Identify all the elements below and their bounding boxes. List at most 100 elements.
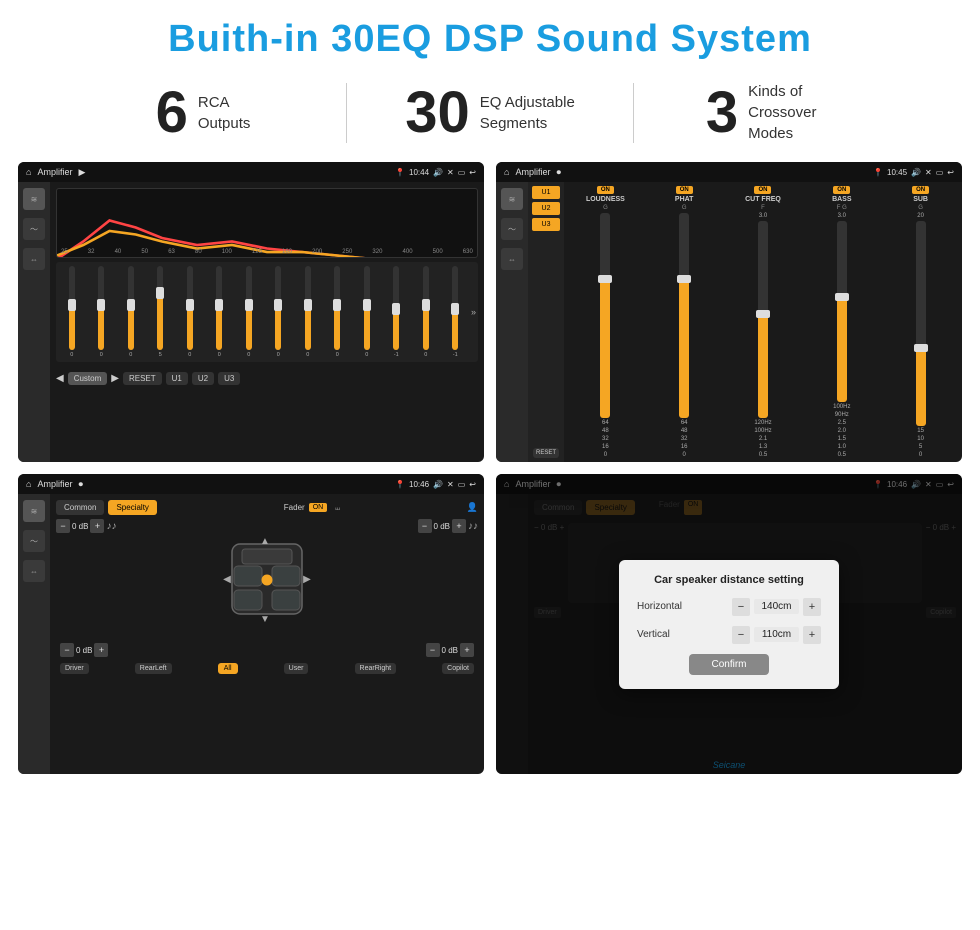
sp-db-ctrl-br: − 0 dB + [426,643,474,657]
loudness-slider[interactable] [600,213,610,418]
sp-db-ctrl-tl: − 0 dB + ♪♪ [56,519,116,533]
side-panel-2: ≋ 〜 ⇔ [496,182,528,462]
sub-toggle[interactable]: ON [912,186,929,194]
rearleft-btn[interactable]: RearLeft [135,663,172,674]
eq-icon[interactable]: ≋ [23,188,45,210]
cutfreq-slider[interactable] [758,221,768,418]
close-icon-3[interactable]: ✕ [447,480,454,489]
minimize-icon-3[interactable]: ▭ [458,480,466,489]
status-bar-3: ⌂ Amplifier ⏺ 📍 10:46 🔊 ✕ ▭ ↩ [18,474,484,494]
horizontal-ctrl: − 140cm + [732,598,821,616]
eq-slider-5[interactable]: 0 [206,266,234,358]
more-icon[interactable]: » [471,307,476,317]
sp-minus-bl[interactable]: − [60,643,74,657]
u3-btn[interactable]: U3 [218,372,240,385]
vertical-plus[interactable]: + [803,626,821,644]
profile-icon[interactable]: 👤 [467,502,478,513]
eq-controls: ◀ Custom ▶ RESET U1 U2 U3 [56,366,478,390]
time-1: 10:44 [409,168,429,177]
back-icon-2[interactable]: ↩ [947,168,954,177]
sp-plus-br[interactable]: + [460,643,474,657]
sp-wave-icon[interactable]: 〜 [23,530,45,552]
eq-freq-labels: 253240506380 100125160200250320 40050063… [57,249,477,255]
minimize-icon-1[interactable]: ▭ [458,168,466,177]
sp-plus-bl[interactable]: + [94,643,108,657]
eq-slider-4[interactable]: 0 [176,266,204,358]
home-icon-3[interactable]: ⌂ [26,479,31,489]
home-icon-1[interactable]: ⌂ [26,167,31,177]
eq-slider-1[interactable]: 0 [88,266,116,358]
eq-slider-6[interactable]: 0 [235,266,263,358]
stat-number-crossover: 3 [706,84,738,142]
user-btn[interactable]: User [284,663,309,674]
fader-label: Fader [284,503,305,512]
wave-icon-2[interactable]: 〜 [501,218,523,240]
fader-on[interactable]: ON [309,503,328,512]
ch-u1-btn[interactable]: U1 [532,186,560,199]
ch-reset-btn[interactable]: RESET [533,448,559,458]
sp-db-bottom-row: − 0 dB + − 0 dB + [56,643,478,657]
phat-toggle[interactable]: ON [676,186,693,194]
close-icon-1[interactable]: ✕ [447,168,454,177]
horizontal-plus[interactable]: + [803,598,821,616]
eq-slider-12[interactable]: 0 [412,266,440,358]
close-icon-2[interactable]: ✕ [925,168,932,177]
specialty-tab[interactable]: Specialty [108,500,156,515]
prev-arrow[interactable]: ◀ [56,373,64,384]
reset-btn[interactable]: RESET [123,372,162,385]
cutfreq-toggle[interactable]: ON [754,186,771,194]
status-bar-1: ⌂ Amplifier ▶ 📍 10:44 🔊 ✕ ▭ ↩ [18,162,484,182]
sub-slider[interactable] [916,221,926,426]
eq-slider-9[interactable]: 0 [324,266,352,358]
sp-plus-tr[interactable]: + [452,519,466,533]
wave-icon[interactable]: 〜 [23,218,45,240]
bass-toggle[interactable]: ON [833,186,850,194]
svg-text:▲: ▲ [260,536,270,547]
sp-minus-tr[interactable]: − [418,519,432,533]
eq-slider-8[interactable]: 0 [294,266,322,358]
arrow-icon-2[interactable]: ⇔ [501,248,523,270]
eq-slider-0[interactable]: 0 [58,266,86,358]
ch-u2-btn[interactable]: U2 [532,202,560,215]
dialog-overlay: Car speaker distance setting Horizontal … [496,474,962,774]
u2-btn[interactable]: U2 [192,372,214,385]
rearright-btn[interactable]: RearRight [355,663,397,674]
confirm-button[interactable]: Confirm [689,654,769,675]
all-btn[interactable]: All [218,663,238,674]
minimize-icon-2[interactable]: ▭ [936,168,944,177]
next-arrow[interactable]: ▶ [111,373,119,384]
record-icon-2: ⏺ [556,167,561,178]
eq-icon-2[interactable]: ≋ [501,188,523,210]
custom-btn[interactable]: Custom [68,372,108,385]
sp-tabs: Common Specialty Fader ON ⧢ 👤 [56,500,478,515]
back-icon-1[interactable]: ↩ [469,168,476,177]
horizontal-minus[interactable]: − [732,598,750,616]
u1-btn[interactable]: U1 [166,372,188,385]
eq-slider-13[interactable]: -1 [442,266,470,358]
sp-arrow-icon[interactable]: ⇔ [23,560,45,582]
sp-main-content: Common Specialty Fader ON ⧢ 👤 − 0 dB + ♪… [50,494,484,774]
vertical-minus[interactable]: − [732,626,750,644]
svg-text:▶: ▶ [303,574,311,585]
sp-eq-icon[interactable]: ≋ [23,500,45,522]
common-tab[interactable]: Common [56,500,104,515]
sp-minus-tl[interactable]: − [56,519,70,533]
driver-btn[interactable]: Driver [60,663,89,674]
sp-minus-br[interactable]: − [426,643,440,657]
back-icon-3[interactable]: ↩ [469,480,476,489]
sp-plus-tl[interactable]: + [90,519,104,533]
bass-slider[interactable] [837,221,847,402]
sp-db-ctrl-bl: − 0 dB + [60,643,108,657]
location-icon-3: 📍 [395,480,405,489]
eq-slider-10[interactable]: 0 [353,266,381,358]
home-icon-2[interactable]: ⌂ [504,167,509,177]
loudness-toggle[interactable]: ON [597,186,614,194]
phat-slider[interactable] [679,213,689,418]
eq-slider-7[interactable]: 0 [265,266,293,358]
copilot-btn[interactable]: Copilot [442,663,474,674]
ch-u3-btn[interactable]: U3 [532,218,560,231]
eq-slider-3[interactable]: 5 [147,266,175,358]
arrow-icon[interactable]: ⇔ [23,248,45,270]
eq-slider-2[interactable]: 0 [117,266,145,358]
eq-slider-11[interactable]: -1 [383,266,411,358]
